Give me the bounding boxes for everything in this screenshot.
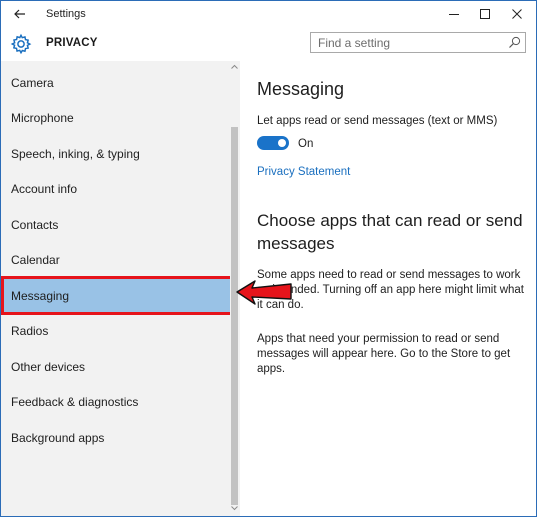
sidebar-item-label: Account info (11, 181, 78, 196)
sidebar-item-label: Microphone (11, 110, 74, 125)
toggle-description: Let apps read or send messages (text or … (257, 115, 498, 127)
sidebar-item-label: Speech, inking, & typing (11, 146, 140, 161)
sidebar-item-background-apps[interactable]: Background apps (1, 420, 231, 455)
sidebar-item-radios[interactable]: Radios (1, 313, 231, 348)
scroll-up-arrow-icon[interactable] (230, 63, 239, 71)
maximize-button[interactable] (470, 2, 500, 26)
search-box[interactable] (310, 32, 526, 53)
sidebar-item-messaging[interactable]: Messaging (1, 276, 234, 315)
window-title: Settings (46, 8, 86, 20)
sidebar-item-label: Camera (11, 75, 54, 90)
scrollbar-thumb[interactable] (231, 127, 238, 505)
apps-description: Some apps need to read or send messages … (257, 269, 525, 311)
search-icon[interactable] (508, 36, 521, 49)
messaging-toggle[interactable] (257, 136, 289, 150)
sidebar-item-label: Contacts (11, 217, 59, 232)
close-button[interactable] (502, 2, 532, 26)
sidebar-item-account-info[interactable]: Account info (1, 171, 231, 206)
sidebar-item-other-devices[interactable]: Other devices (1, 349, 231, 384)
sidebar-item-label: Background apps (11, 430, 105, 445)
sidebar-item-speech-inking-typing[interactable]: Speech, inking, & typing (1, 136, 231, 171)
back-button[interactable] (7, 3, 33, 25)
sidebar: Camera Microphone Speech, inking, & typi… (1, 61, 240, 516)
toggle-state-label: On (298, 138, 314, 150)
apps-permission-note: Apps that need your permission to read o… (257, 333, 511, 375)
sidebar-item-feedback-diagnostics[interactable]: Feedback & diagnostics (1, 384, 231, 419)
sidebar-item-microphone[interactable]: Microphone (1, 100, 231, 135)
privacy-statement-link[interactable]: Privacy Statement (257, 166, 350, 178)
toggle-knob (278, 139, 286, 147)
section-title: PRIVACY (46, 37, 98, 49)
page-title: Messaging (257, 79, 345, 99)
sidebar-item-label: Messaging (11, 288, 70, 303)
search-input[interactable] (311, 33, 508, 52)
sidebar-item-camera[interactable]: Camera (1, 65, 231, 100)
sidebar-item-label: Radios (11, 323, 49, 338)
section-heading: Choose apps that can read or send messag… (257, 211, 523, 253)
scroll-down-arrow-icon[interactable] (230, 504, 239, 512)
back-arrow-icon (14, 9, 25, 19)
sidebar-item-label: Calendar (11, 252, 60, 267)
sidebar-item-label: Other devices (11, 359, 86, 374)
gear-icon (10, 33, 32, 55)
close-icon (512, 9, 522, 19)
settings-window: Settings PRIVACY Find a setting Camera M… (0, 0, 537, 517)
maximize-icon (480, 9, 490, 19)
title-bar: Settings (1, 1, 536, 28)
annotation-arrow-icon (236, 280, 292, 305)
minimize-icon (449, 14, 459, 15)
minimize-button[interactable] (439, 2, 469, 26)
sidebar-item-calendar[interactable]: Calendar (1, 242, 231, 277)
sidebar-item-label: Feedback & diagnostics (11, 394, 139, 409)
sidebar-item-contacts[interactable]: Contacts (1, 207, 231, 242)
page-header: PRIVACY (1, 28, 536, 61)
